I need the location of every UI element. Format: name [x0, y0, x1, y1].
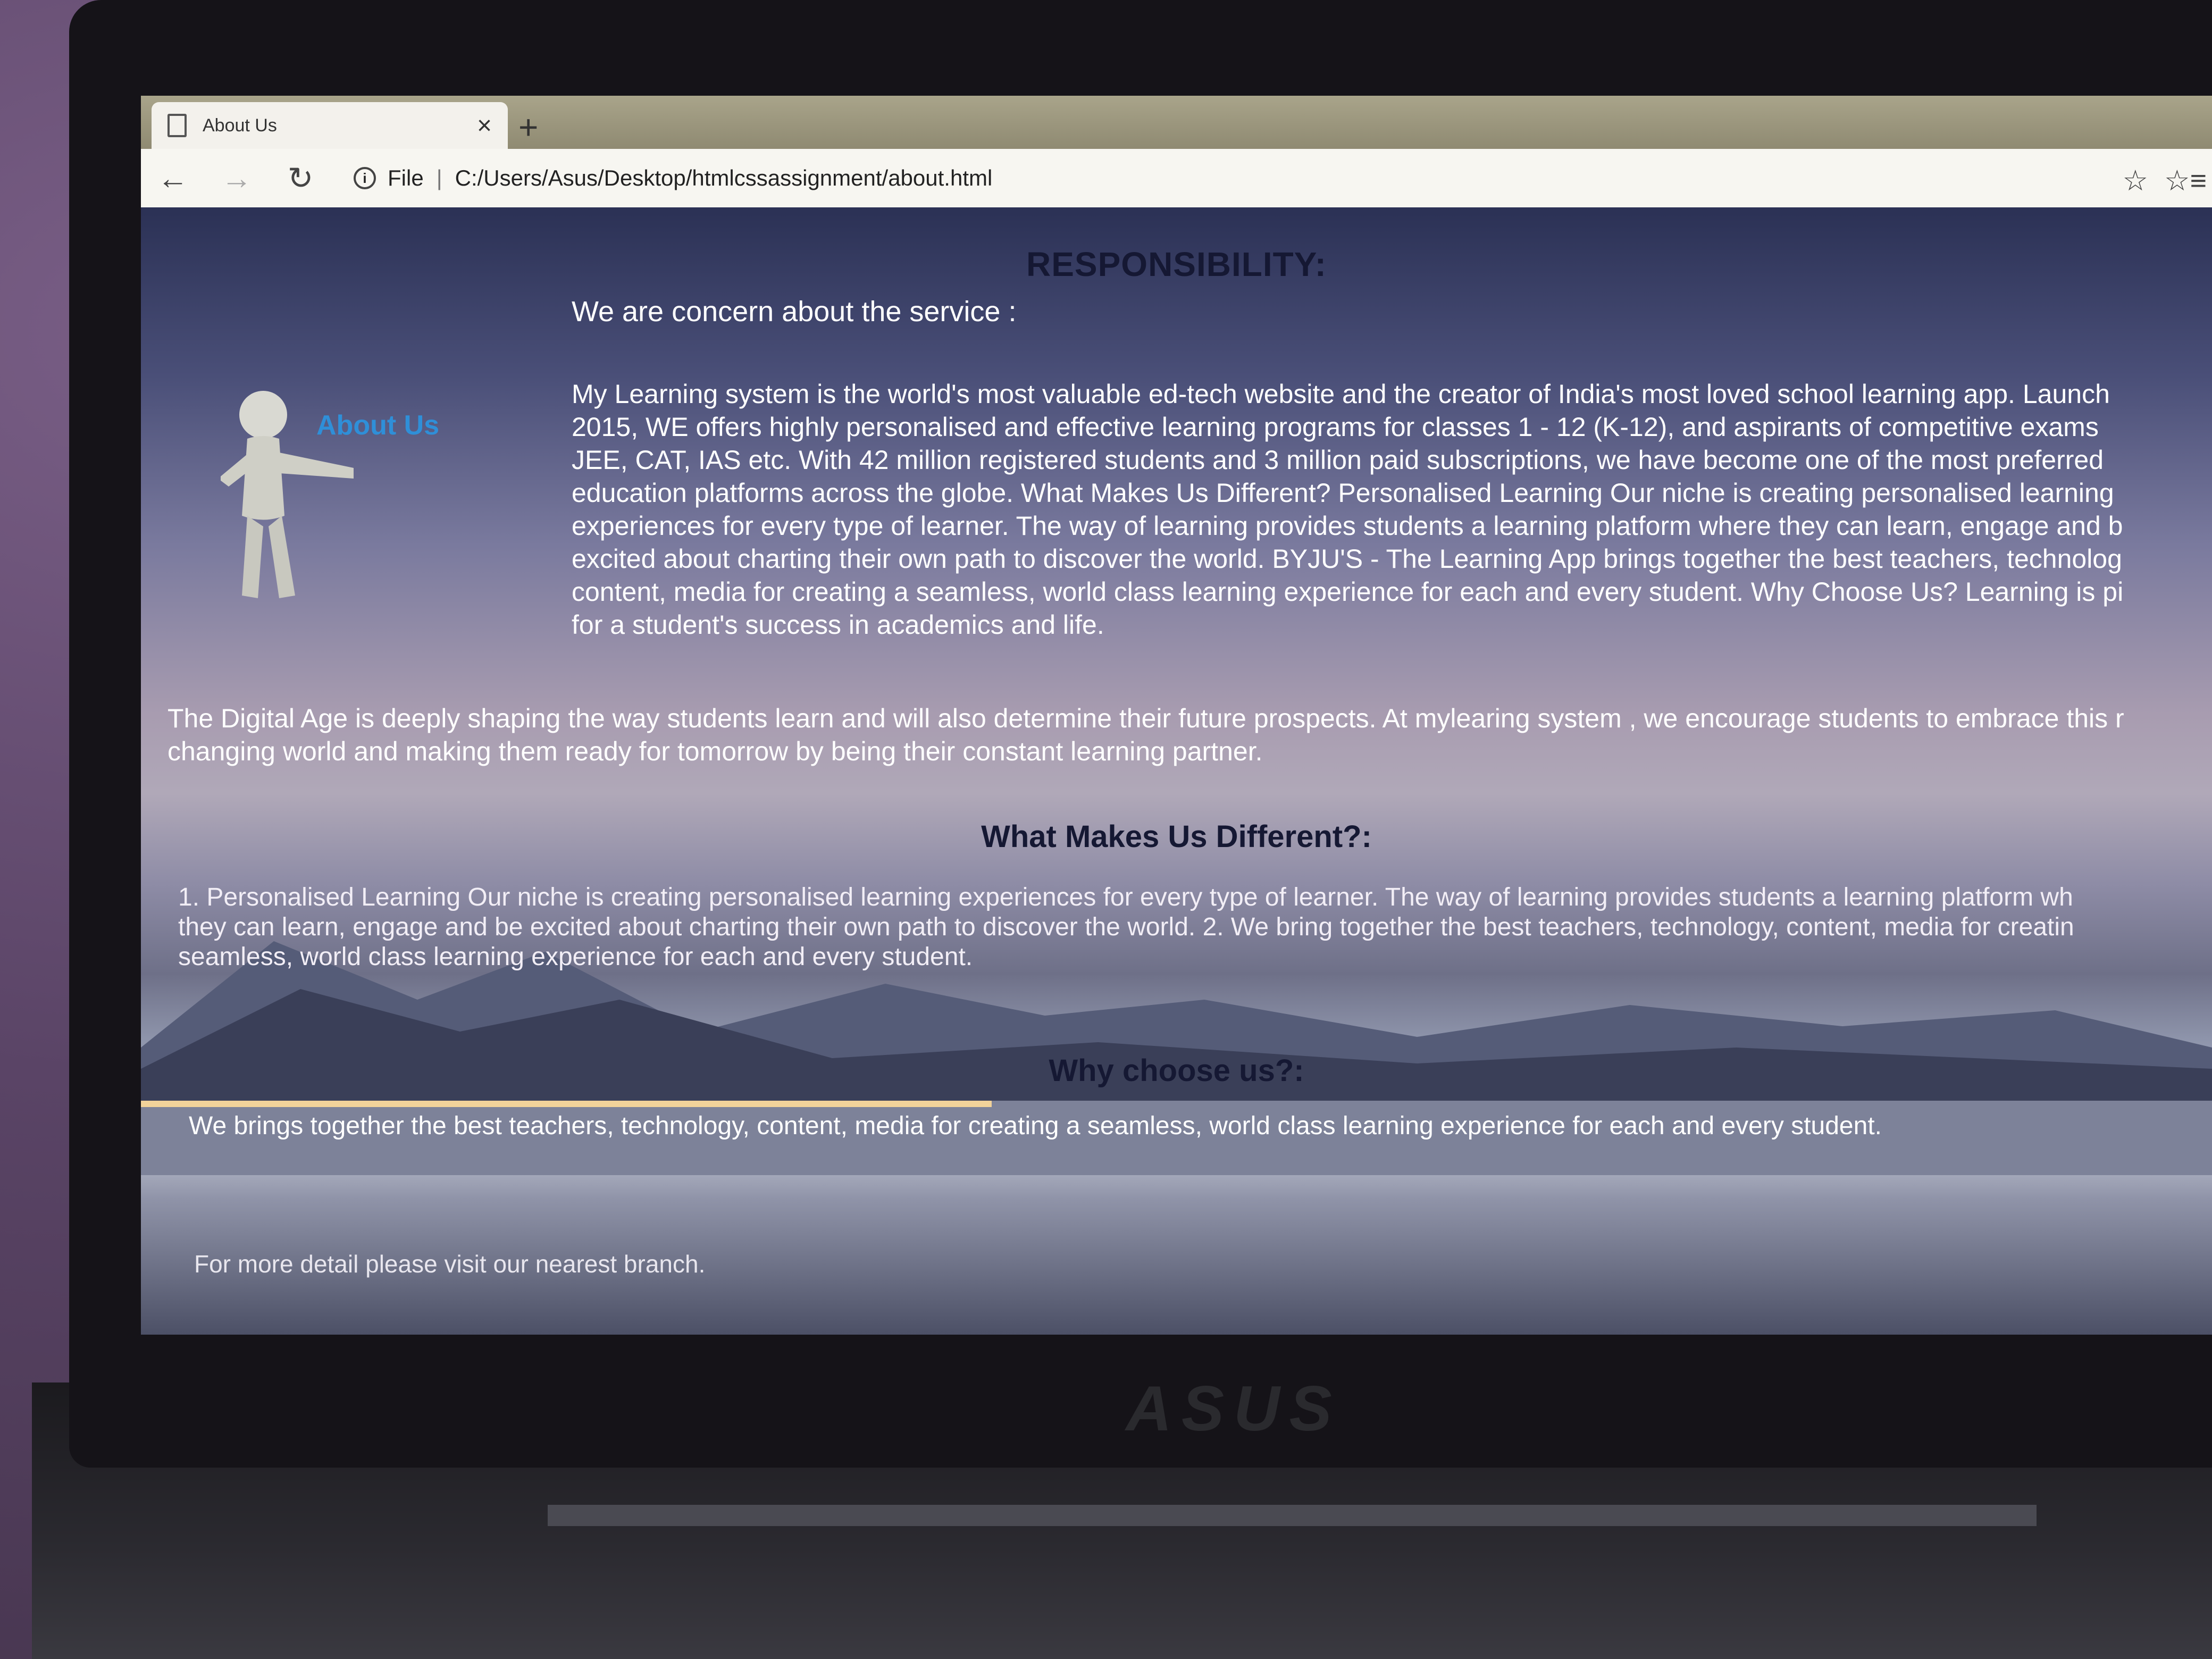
- url-text[interactable]: C:/Users/Asus/Desktop/htmlcssassignment/…: [455, 165, 993, 191]
- tab-bar: About Us × +: [141, 96, 2212, 149]
- different-paragraph: 1. Personalised Learning Our niche is cr…: [178, 883, 2212, 972]
- different-line: they can learn, engage and be excited ab…: [178, 913, 2074, 941]
- digital-age-line: The Digital Age is deeply shaping the wa…: [167, 703, 2124, 733]
- intro-line: JEE, CAT, IAS etc. With 42 million regis…: [572, 445, 2104, 475]
- browser-tab[interactable]: About Us ×: [152, 102, 508, 149]
- intro-line: excited about charting their own path to…: [572, 544, 2122, 574]
- reload-button[interactable]: ↻: [269, 160, 332, 196]
- why-choose-paragraph: We brings together the best teachers, te…: [189, 1112, 1882, 1140]
- new-tab-button[interactable]: +: [518, 107, 538, 147]
- favorites-icon[interactable]: ☆≡: [2164, 164, 2207, 197]
- browser-toolbar: ← → ↻ i File | C:/Users/Asus/Desktop/htm…: [141, 149, 2212, 207]
- web-page: RESPONSIBILITY: We are concern about the…: [141, 207, 2212, 1335]
- digital-age-line: changing world and making them ready for…: [167, 736, 1263, 766]
- heading-responsibility: RESPONSIBILITY:: [1026, 245, 1327, 283]
- intro-line: for a student's success in academics and…: [572, 610, 1104, 640]
- heading-why-choose-us: Why choose us?:: [1049, 1053, 1304, 1088]
- laptop-hinge: [548, 1505, 2037, 1526]
- page-icon: [167, 114, 187, 137]
- bookmark-star-icon[interactable]: ☆: [2123, 164, 2148, 197]
- digital-age-paragraph: The Digital Age is deeply shaping the wa…: [167, 702, 2212, 768]
- forward-button[interactable]: →: [205, 161, 269, 196]
- screen: About Us × + ← → ↻ i File | C:/Users/Asu…: [141, 96, 2212, 1335]
- different-line: 1. Personalised Learning Our niche is cr…: [178, 883, 2073, 911]
- footer-note: For more detail please visit our nearest…: [194, 1250, 706, 1278]
- address-bar[interactable]: i File | C:/Users/Asus/Desktop/htmlcssas…: [354, 165, 992, 191]
- intro-line: experiences for every type of learner. T…: [572, 511, 2123, 541]
- concern-text: We are concern about the service :: [572, 296, 1017, 328]
- laptop-brand-logo: ASUS: [1126, 1373, 1342, 1444]
- tab-title: About Us: [203, 115, 277, 136]
- back-button[interactable]: ←: [141, 161, 205, 196]
- heading-what-makes-us-different: What Makes Us Different?:: [981, 819, 1372, 854]
- intro-paragraph: My Learning system is the world's most v…: [572, 378, 2212, 641]
- about-us-label: About Us: [316, 410, 440, 441]
- close-icon[interactable]: ×: [477, 111, 492, 140]
- scheme-label: File: [388, 165, 424, 190]
- info-icon[interactable]: i: [354, 167, 376, 189]
- intro-line: 2015, WE offers highly personalised and …: [572, 412, 2099, 442]
- intro-line: education platforms across the globe. Wh…: [572, 478, 2114, 508]
- intro-line: content, media for creating a seamless, …: [572, 577, 2124, 607]
- intro-line: My Learning system is the world's most v…: [572, 379, 2110, 409]
- address-separator: |: [436, 165, 442, 190]
- different-line: seamless, world class learning experienc…: [178, 943, 973, 971]
